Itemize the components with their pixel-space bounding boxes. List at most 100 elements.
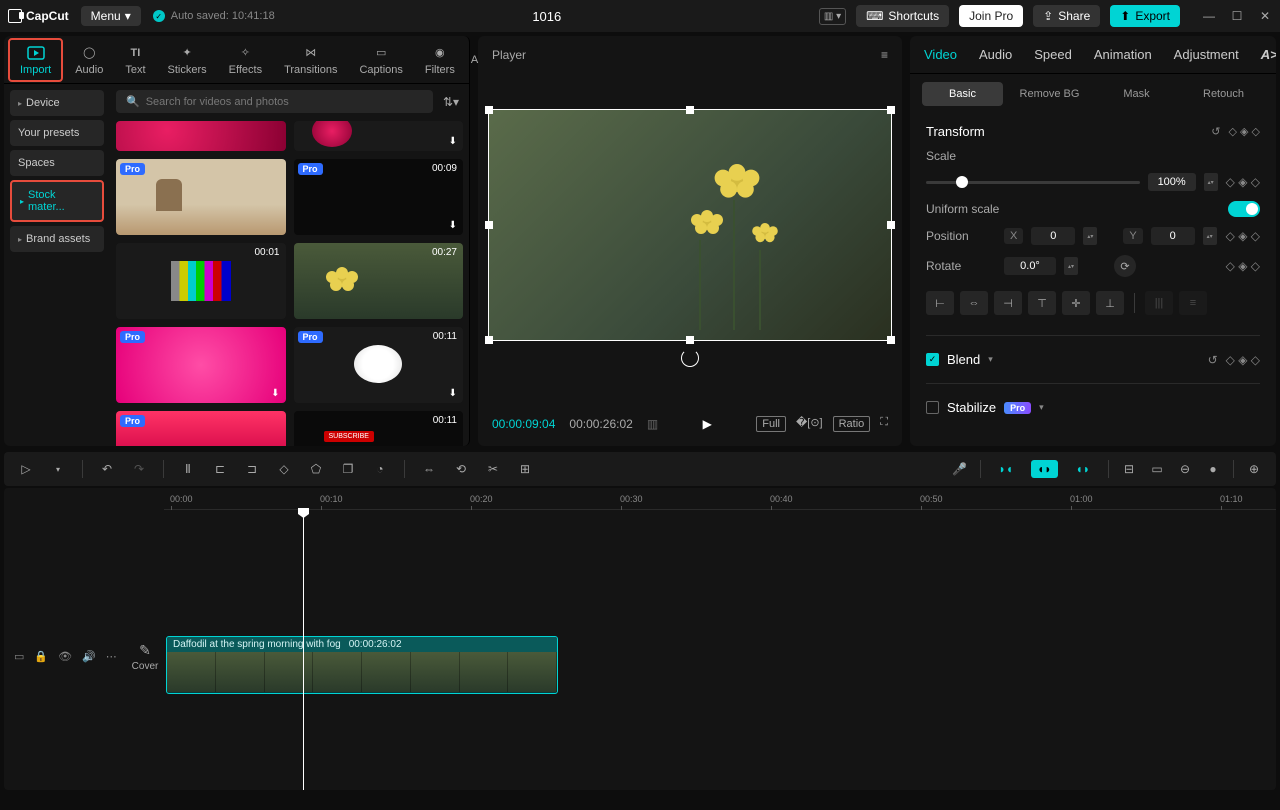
subtab-basic[interactable]: Basic bbox=[922, 82, 1003, 106]
search-input[interactable]: 🔍Search for videos and photos bbox=[116, 90, 433, 113]
align-hcenter-icon[interactable]: ⇔ bbox=[960, 291, 988, 315]
resize-handle[interactable] bbox=[686, 336, 694, 344]
track-icon[interactable]: ⊟ bbox=[1121, 462, 1137, 476]
fullscreen-icon[interactable]: ⛶ bbox=[880, 416, 888, 432]
crop-icon[interactable]: �[⊙] bbox=[796, 416, 823, 432]
trim-right-icon[interactable]: ⊐ bbox=[244, 462, 260, 476]
media-thumb[interactable]: Pro⬇ bbox=[116, 411, 286, 446]
subtab-retouch[interactable]: Retouch bbox=[1183, 82, 1264, 106]
align-bottom-icon[interactable]: ⊥ bbox=[1096, 291, 1124, 315]
shortcuts-button[interactable]: ⌨Shortcuts bbox=[856, 5, 949, 27]
split-icon[interactable]: Ⅱ bbox=[180, 462, 196, 476]
keyframe-icon[interactable]: ◇ ◈ ◇ bbox=[1229, 125, 1261, 138]
mic-icon[interactable]: 🎤 bbox=[952, 462, 968, 476]
uniform-toggle[interactable] bbox=[1228, 201, 1260, 217]
rotate-input[interactable]: 0.0° bbox=[1004, 257, 1056, 275]
crop-icon[interactable]: ◇ bbox=[276, 462, 292, 476]
sidebar-item-stock[interactable]: ▸Stock mater... bbox=[10, 180, 104, 222]
tab-text[interactable]: TIText bbox=[115, 40, 155, 80]
tab-stickers[interactable]: ✦Stickers bbox=[158, 40, 217, 80]
media-thumb[interactable]: Pro00:11⬇ bbox=[294, 327, 464, 403]
magnet-right-icon[interactable]: ◖◗ bbox=[1070, 460, 1097, 478]
media-thumb[interactable]: 00:11SUBSCRIBE⬇ bbox=[294, 411, 464, 446]
stabilize-checkbox[interactable] bbox=[926, 401, 939, 414]
project-title[interactable]: 1016 bbox=[532, 9, 561, 24]
scale-value[interactable]: 100% bbox=[1148, 173, 1196, 191]
media-thumb[interactable]: Pro00:09⬇ bbox=[294, 159, 464, 235]
zoom-fit-icon[interactable]: ⊕ bbox=[1246, 462, 1262, 476]
media-thumb[interactable]: Pro⬇ bbox=[116, 327, 286, 403]
share-button[interactable]: ⇪Share bbox=[1033, 5, 1100, 27]
chevron-down-icon[interactable]: ▾ bbox=[988, 354, 993, 365]
trim-left-icon[interactable]: ⊏ bbox=[212, 462, 228, 476]
join-pro-button[interactable]: Join Pro bbox=[959, 5, 1023, 27]
more-icon[interactable]: ⋯ bbox=[106, 650, 117, 663]
resize-handle[interactable] bbox=[887, 221, 895, 229]
timeline-clip[interactable]: Daffodil at the spring morning with fog … bbox=[166, 636, 558, 694]
tab-adjustment[interactable]: Adjustment bbox=[1174, 47, 1239, 62]
maximize-icon[interactable]: ☐ bbox=[1230, 9, 1244, 23]
tab-speed[interactable]: Speed bbox=[1034, 47, 1072, 62]
x-input[interactable]: 0 bbox=[1031, 227, 1075, 245]
magnet-left-icon[interactable]: ◗◖ bbox=[993, 460, 1020, 478]
mirror-h-icon[interactable]: ⇔ bbox=[421, 462, 437, 476]
speed-icon[interactable]: ◔ bbox=[372, 462, 388, 476]
undo-icon[interactable]: ↶ bbox=[99, 462, 115, 476]
delete-icon[interactable]: ⬠ bbox=[308, 462, 324, 476]
tab-more[interactable]: A bbox=[467, 50, 482, 70]
duplicate-icon[interactable]: ❐ bbox=[340, 462, 356, 476]
magnet-center-icon[interactable]: ◖◗ bbox=[1031, 460, 1058, 478]
sidebar-item-device[interactable]: ▸Device bbox=[10, 90, 104, 116]
tab-audio[interactable]: Audio bbox=[979, 47, 1012, 62]
tab-import[interactable]: Import bbox=[8, 38, 63, 82]
layout-icon[interactable]: ▥ ▾ bbox=[819, 8, 846, 25]
download-icon[interactable]: ⬇ bbox=[271, 388, 279, 399]
filter-button[interactable]: ⇅▾ bbox=[439, 90, 463, 113]
subtab-mask[interactable]: Mask bbox=[1096, 82, 1177, 106]
freeze-icon[interactable]: ⊞ bbox=[517, 462, 533, 476]
cover-button[interactable]: ✎ Cover bbox=[130, 642, 160, 672]
rotate-90-button[interactable]: ⟳ bbox=[1114, 255, 1136, 277]
mirror-v-icon[interactable]: ⟲ bbox=[453, 462, 469, 476]
rotate-handle-icon[interactable] bbox=[681, 349, 699, 367]
align-right-icon[interactable]: ⊣ bbox=[994, 291, 1022, 315]
media-thumb[interactable] bbox=[116, 121, 286, 151]
align-left-icon[interactable]: ⊢ bbox=[926, 291, 954, 315]
blend-checkbox[interactable]: ✓ bbox=[926, 353, 939, 366]
export-button[interactable]: ⬆Export bbox=[1110, 5, 1180, 27]
tab-effects[interactable]: ✧Effects bbox=[219, 40, 272, 80]
lock-icon[interactable]: 🔒 bbox=[34, 650, 48, 663]
timeline-ruler[interactable]: 00:00 00:10 00:20 00:30 00:40 00:50 01:0… bbox=[164, 492, 1276, 510]
stepper-icon[interactable]: ▴▾ bbox=[1203, 227, 1217, 245]
crop2-icon[interactable]: ✂ bbox=[485, 462, 501, 476]
sidebar-item-brand[interactable]: ▸Brand assets bbox=[10, 226, 104, 252]
stepper-icon[interactable]: ▴▾ bbox=[1204, 173, 1218, 191]
redo-icon[interactable]: ↷ bbox=[131, 462, 147, 476]
subtab-removebg[interactable]: Remove BG bbox=[1009, 82, 1090, 106]
chevron-down-icon[interactable]: ▾ bbox=[1039, 402, 1044, 413]
y-input[interactable]: 0 bbox=[1151, 227, 1195, 245]
media-thumb[interactable]: ⬇ bbox=[294, 121, 464, 151]
slider-thumb[interactable] bbox=[956, 176, 968, 188]
player-viewport[interactable] bbox=[478, 74, 902, 402]
keyframe-icon[interactable]: ◇ ◈ ◇ bbox=[1226, 259, 1260, 273]
minimize-icon[interactable]: — bbox=[1202, 9, 1216, 23]
playhead[interactable] bbox=[303, 510, 304, 790]
video-canvas[interactable] bbox=[488, 109, 892, 341]
tab-video[interactable]: Video bbox=[924, 47, 957, 62]
sidebar-item-presets[interactable]: Your presets bbox=[10, 120, 104, 146]
media-thumb[interactable]: Pro bbox=[116, 159, 286, 235]
scale-slider[interactable] bbox=[926, 181, 1140, 184]
resize-handle[interactable] bbox=[887, 336, 895, 344]
close-icon[interactable]: ✕ bbox=[1258, 9, 1272, 23]
reset-icon[interactable]: ↺ bbox=[1208, 353, 1218, 367]
resize-handle[interactable] bbox=[686, 106, 694, 114]
resize-handle[interactable] bbox=[887, 106, 895, 114]
ratio-button[interactable]: Ratio bbox=[833, 416, 871, 432]
chevron-down-icon[interactable]: ▾ bbox=[50, 465, 66, 474]
tab-transitions[interactable]: ⋈Transitions bbox=[274, 40, 347, 80]
media-thumb[interactable]: 00:01 bbox=[116, 243, 286, 319]
tab-filters[interactable]: ◉Filters bbox=[415, 40, 465, 80]
ai-icon[interactable]: A>> bbox=[1261, 47, 1276, 62]
play-button[interactable]: ▶ bbox=[703, 417, 712, 431]
